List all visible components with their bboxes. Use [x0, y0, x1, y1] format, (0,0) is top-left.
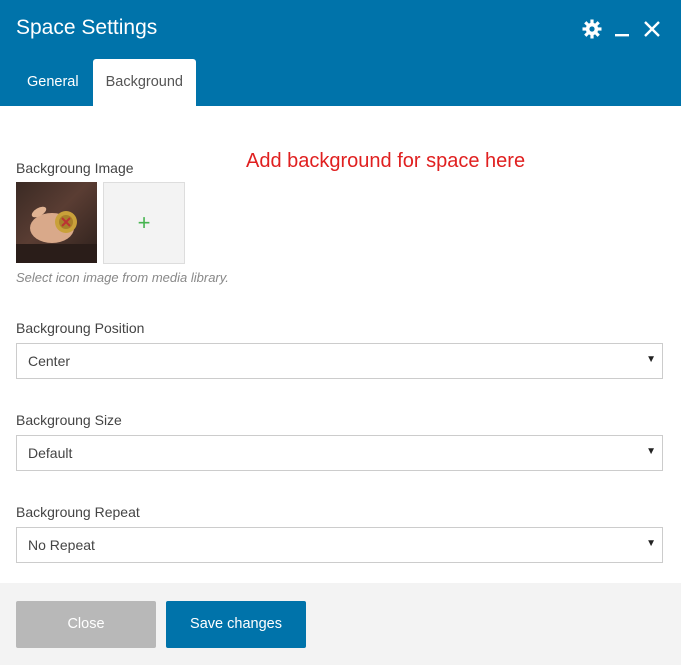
position-label: Backgroung Position	[16, 320, 145, 336]
tab-bar: General Background	[13, 59, 196, 106]
dialog-footer: Close Save changes	[0, 583, 681, 665]
header-icons	[573, 18, 663, 40]
background-image-label: Backgroung Image	[16, 160, 134, 176]
annotation-text: Add background for space here	[246, 150, 526, 172]
background-image-thumbnail[interactable]	[16, 182, 97, 263]
dialog-header: Space Settings General Background	[0, 0, 681, 106]
position-select[interactable]: Center ▼	[16, 343, 663, 379]
position-select-value: Center	[28, 353, 71, 369]
dropdown-arrow-icon: ▼	[646, 354, 656, 365]
repeat-select[interactable]: No Repeat ▼	[16, 527, 663, 563]
add-image-button[interactable]: +	[103, 182, 185, 264]
repeat-label: Backgroung Repeat	[16, 504, 140, 520]
close-icon[interactable]	[641, 18, 663, 40]
tab-background[interactable]: Background	[92, 59, 196, 106]
repeat-select-value: No Repeat	[28, 537, 95, 553]
minimize-icon[interactable]	[611, 18, 633, 40]
dropdown-arrow-icon: ▼	[646, 538, 656, 549]
close-button[interactable]: Close	[16, 601, 156, 648]
tab-general[interactable]: General	[13, 59, 93, 106]
dropdown-arrow-icon: ▼	[646, 446, 656, 457]
size-select-value: Default	[28, 445, 73, 461]
size-select[interactable]: Default ▼	[16, 435, 663, 471]
plus-icon: +	[137, 210, 151, 235]
save-changes-button[interactable]: Save changes	[166, 601, 306, 648]
dialog-title: Space Settings	[16, 16, 158, 39]
size-label: Backgroung Size	[16, 412, 122, 428]
gear-icon[interactable]	[581, 18, 603, 40]
image-hint-text: Select icon image from media library.	[16, 270, 229, 285]
